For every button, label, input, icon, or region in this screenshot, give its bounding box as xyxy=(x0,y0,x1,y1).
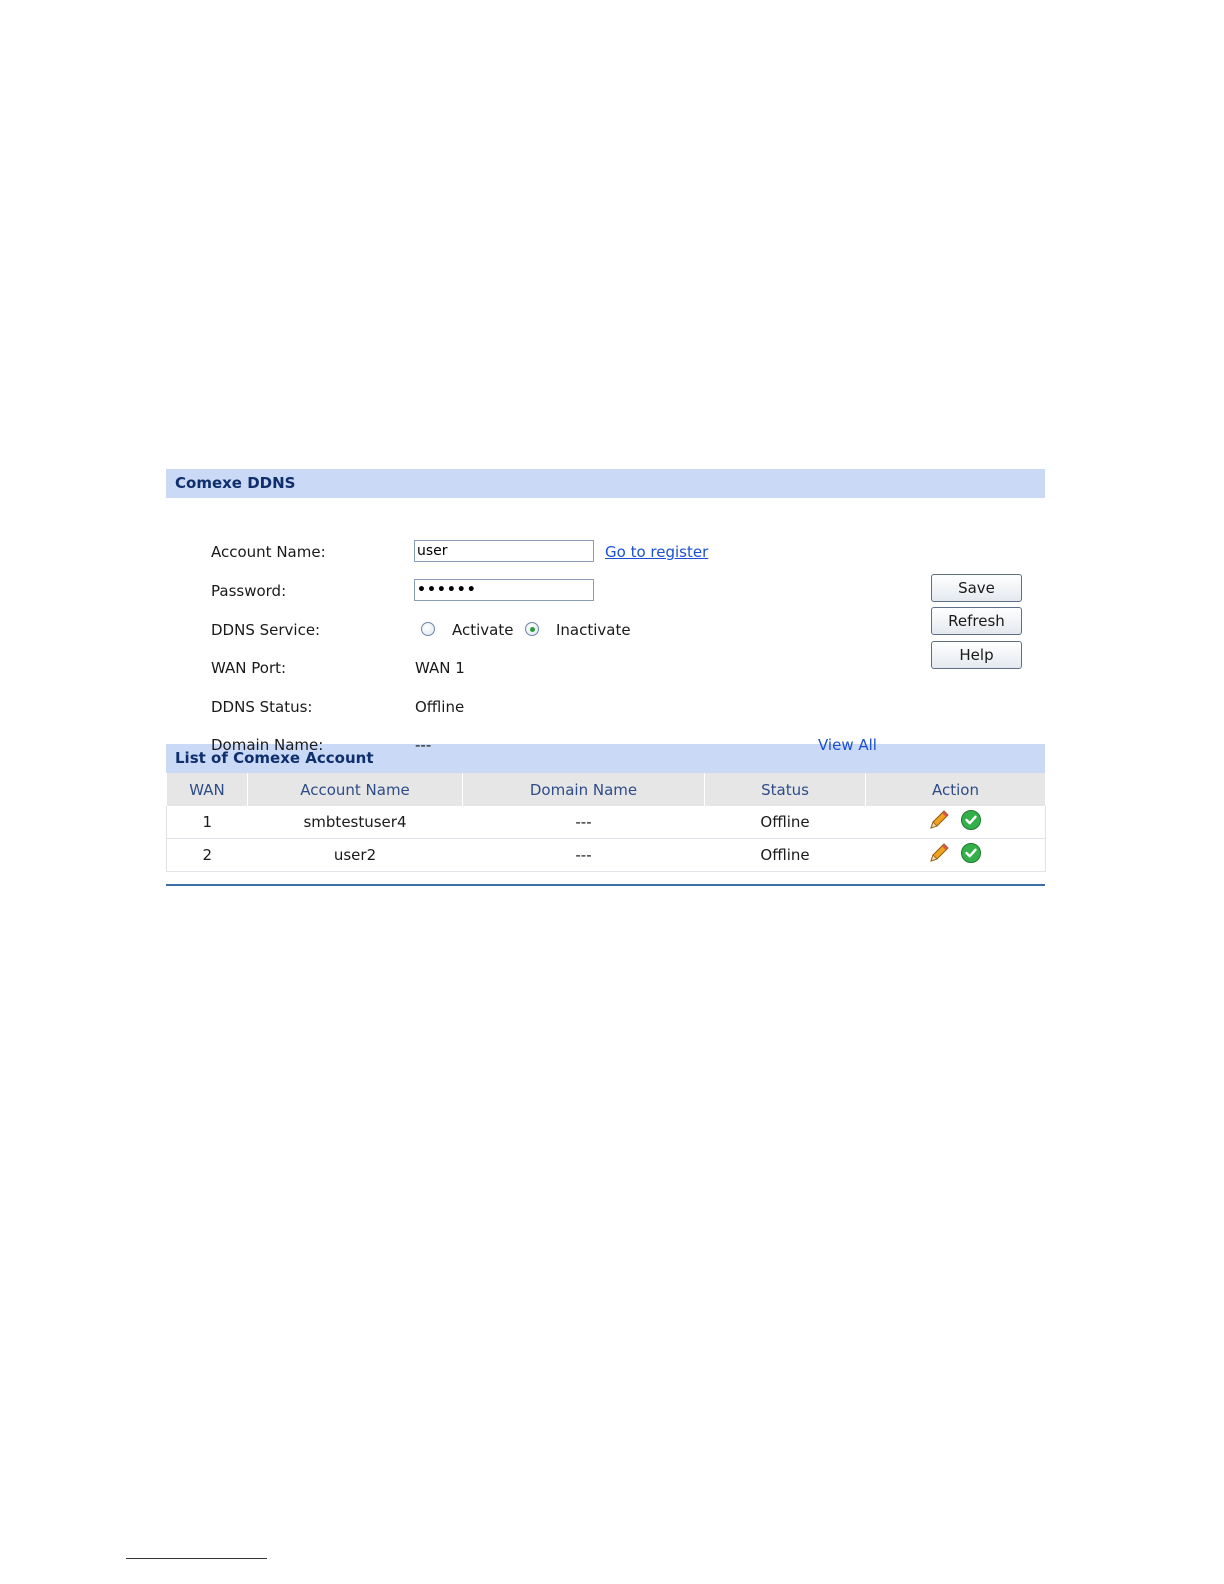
domain-name-label: Domain Name: xyxy=(211,736,324,754)
ddns-form: Account Name: Go to register Password: D… xyxy=(166,498,1045,754)
domain-name-cell: --- xyxy=(462,838,705,872)
action-cell xyxy=(865,806,1046,839)
ddns-section-title: Comexe DDNS xyxy=(166,469,1045,498)
refresh-button[interactable]: Refresh xyxy=(931,607,1022,635)
view-all-link[interactable]: View All xyxy=(818,733,877,757)
password-label: Password: xyxy=(211,582,287,600)
wan-port-row: WAN Port: WAN 1 xyxy=(166,656,1045,680)
wan-cell: 1 xyxy=(166,806,248,839)
column-header-wan: WAN xyxy=(166,773,248,806)
ddns-status-label: DDNS Status: xyxy=(211,698,313,716)
save-button[interactable]: Save xyxy=(931,574,1022,602)
domain-name-cell: --- xyxy=(462,806,705,839)
column-header-status: Status xyxy=(704,773,866,806)
column-header-action: Action xyxy=(865,773,1046,806)
domain-name-value: --- xyxy=(415,736,432,754)
activate-radio-label[interactable]: Activate xyxy=(452,618,513,642)
action-cell xyxy=(865,838,1046,872)
wan-cell: 2 xyxy=(166,838,248,872)
column-header-domain-name: Domain Name xyxy=(462,773,705,806)
password-row: Password: xyxy=(166,579,1045,603)
panel-bottom-rule xyxy=(166,884,1045,886)
inactivate-radio[interactable] xyxy=(525,622,539,636)
password-input[interactable] xyxy=(414,579,594,601)
table-row: 2 user2 --- Offline xyxy=(166,838,1046,872)
account-name-input[interactable] xyxy=(414,540,594,562)
wan-port-value: WAN 1 xyxy=(415,659,465,677)
enable-icon[interactable] xyxy=(960,842,982,868)
enable-icon[interactable] xyxy=(960,809,982,835)
account-name-cell: user2 xyxy=(247,838,463,872)
status-cell: Offline xyxy=(704,838,866,872)
table-row: 1 smbtestuser4 --- Offline xyxy=(166,806,1046,839)
edit-icon[interactable] xyxy=(928,842,950,868)
ddns-service-row: DDNS Service: Activate Inactivate xyxy=(166,618,1045,642)
wan-port-label: WAN Port: xyxy=(211,659,287,677)
domain-name-row: Domain Name: --- View All xyxy=(166,733,1045,757)
edit-icon[interactable] xyxy=(928,809,950,835)
ddns-status-value: Offline xyxy=(415,698,465,716)
account-name-label: Account Name: xyxy=(211,543,326,561)
account-name-cell: smbtestuser4 xyxy=(247,806,463,839)
table-header-row: WAN Account Name Domain Name Status Acti… xyxy=(166,773,1046,806)
activate-radio[interactable] xyxy=(421,622,435,636)
go-to-register-link[interactable]: Go to register xyxy=(605,540,708,564)
comexe-ddns-panel: Comexe DDNS Account Name: Go to register… xyxy=(166,469,1046,872)
inactivate-radio-label[interactable]: Inactivate xyxy=(556,618,631,642)
ddns-status-row: DDNS Status: Offline xyxy=(166,695,1045,719)
column-header-account-name: Account Name xyxy=(247,773,463,806)
footnote-divider xyxy=(126,1558,267,1559)
account-name-row: Account Name: Go to register xyxy=(166,540,1045,564)
help-button[interactable]: Help xyxy=(931,641,1022,669)
ddns-service-label: DDNS Service: xyxy=(211,621,321,639)
account-table: WAN Account Name Domain Name Status Acti… xyxy=(166,773,1046,872)
status-cell: Offline xyxy=(704,806,866,839)
